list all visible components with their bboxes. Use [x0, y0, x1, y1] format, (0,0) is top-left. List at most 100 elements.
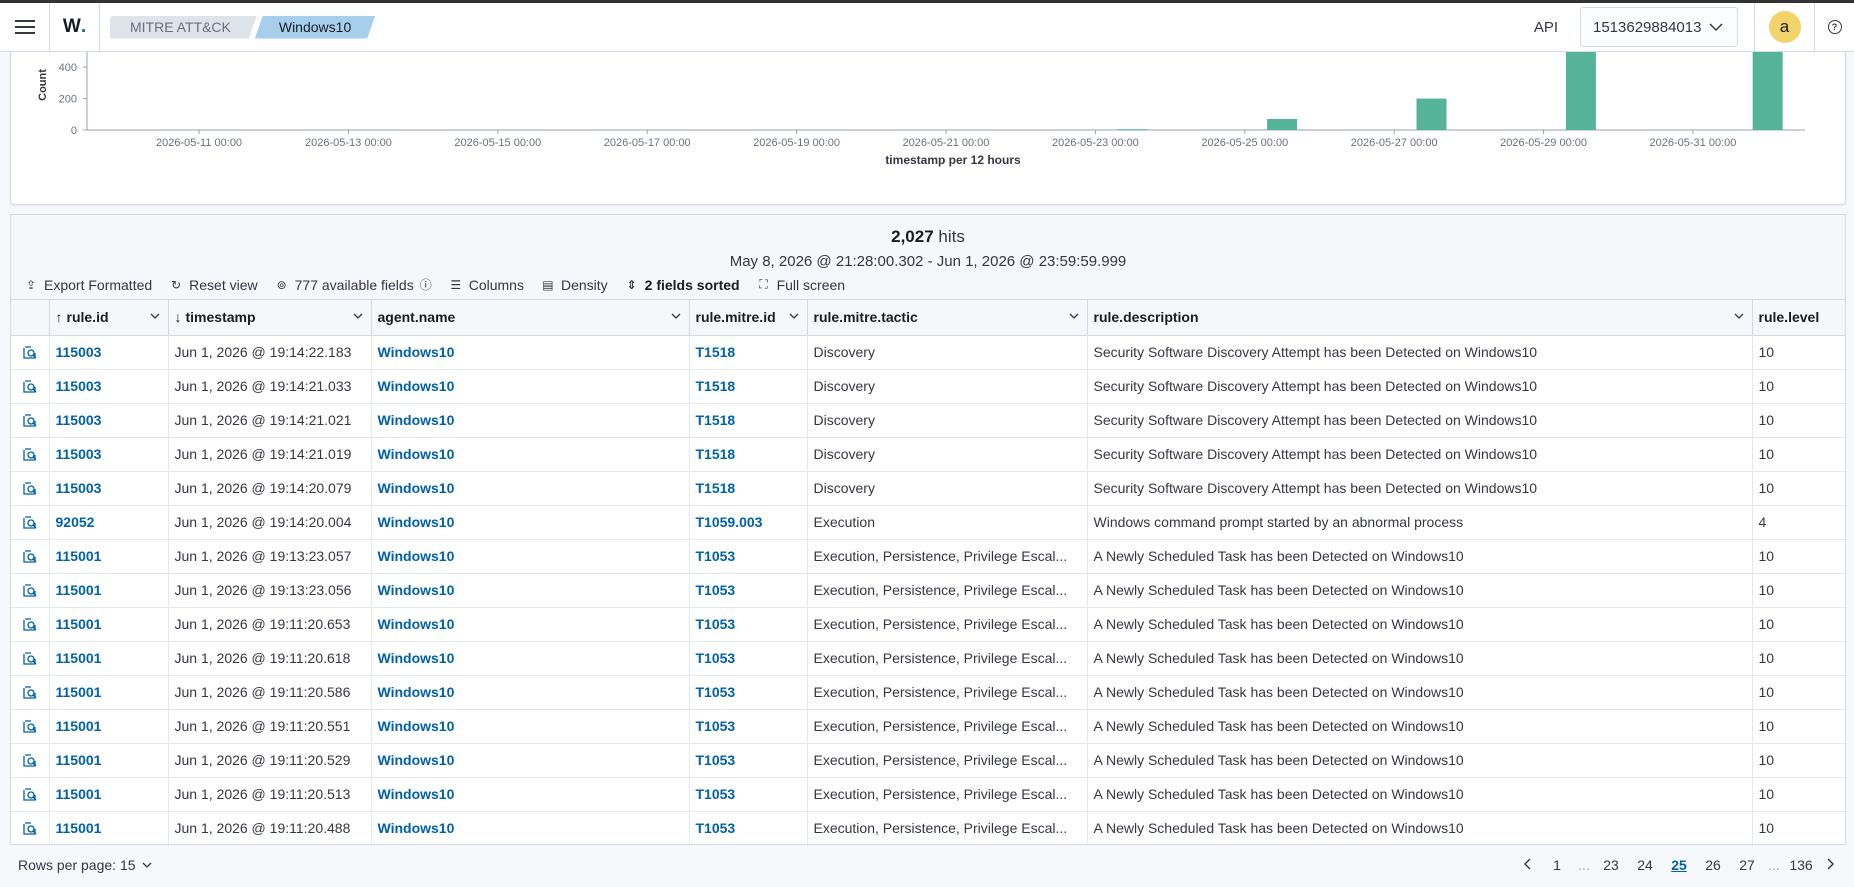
expand-row-button[interactable] — [11, 811, 50, 844]
cell-agent-name[interactable]: Windows10 — [371, 369, 690, 404]
expand-row-button[interactable] — [11, 641, 50, 676]
cell-rule-id[interactable]: 115003 — [49, 335, 169, 370]
expand-row-button[interactable] — [11, 437, 50, 472]
next-page-button[interactable] — [1818, 857, 1842, 873]
cell-rule-id[interactable]: 115001 — [49, 675, 169, 710]
header-rule-id[interactable]: ↑ rule.id — [49, 300, 169, 336]
cell-agent-name[interactable]: Windows10 — [371, 437, 690, 472]
expand-row-button[interactable] — [11, 539, 50, 574]
cell-rule-mitre-id[interactable]: T1518 — [689, 369, 808, 404]
expand-row-button[interactable] — [11, 743, 50, 778]
cell-rule-level: 10 — [1752, 573, 1845, 608]
cell-rule-id[interactable]: 115001 — [49, 573, 169, 608]
cell-rule-mitre-id[interactable]: T1053 — [689, 811, 808, 844]
cell-rule-mitre-id[interactable]: T1518 — [689, 335, 808, 370]
cell-rule-mitre-id[interactable]: T1518 — [689, 437, 808, 472]
cell-agent-name[interactable]: Windows10 — [371, 539, 690, 574]
full-screen-button[interactable]: ⛶ Full screen — [758, 277, 845, 293]
cell-agent-name[interactable]: Windows10 — [371, 471, 690, 506]
cell-rule-mitre-id[interactable]: T1053 — [689, 743, 808, 778]
page-button[interactable]: 24 — [1628, 857, 1662, 873]
cell-rule-id[interactable]: 115003 — [49, 471, 169, 506]
cell-agent-name[interactable]: Windows10 — [371, 505, 690, 540]
available-fields-button[interactable]: ⊚ 777 available fields ⓘ — [276, 276, 432, 293]
rows-per-page-select[interactable]: Rows per page: 15 — [18, 857, 152, 873]
cell-rule-id[interactable]: 115001 — [49, 743, 169, 778]
cell-agent-name[interactable]: Windows10 — [371, 777, 690, 812]
cell-rule-id[interactable]: 115001 — [49, 539, 169, 574]
wazuh-logo[interactable]: W. — [50, 2, 100, 52]
cell-rule-mitre-id[interactable]: T1053 — [689, 777, 808, 812]
cell-rule-id[interactable]: 115001 — [49, 607, 169, 642]
cell-rule-id[interactable]: 115003 — [49, 403, 169, 438]
y-tick-label: 0 — [71, 125, 77, 137]
page-button[interactable]: 26 — [1696, 857, 1730, 873]
expand-row-button[interactable] — [11, 607, 50, 642]
header-rule-mitre-id[interactable]: rule.mitre.id — [689, 300, 808, 336]
cell-agent-name[interactable]: Windows10 — [371, 743, 690, 778]
x-tick-label: 2026-05-11 00:00 — [156, 137, 242, 149]
density-button[interactable]: ▤ Density — [542, 277, 607, 293]
previous-page-button[interactable] — [1516, 857, 1540, 873]
cell-rule-id[interactable]: 115003 — [49, 369, 169, 404]
page-button[interactable]: 23 — [1594, 857, 1628, 873]
cell-agent-name[interactable]: Windows10 — [371, 335, 690, 370]
breadcrumb-mitre[interactable]: MITRE ATT&CK — [110, 16, 257, 39]
cell-rule-mitre-id[interactable]: T1053 — [689, 675, 808, 710]
cell-rule-mitre-id[interactable]: T1053 — [689, 607, 808, 642]
expand-row-button[interactable] — [11, 369, 50, 404]
cell-rule-description: Security Software Discovery Attempt has … — [1087, 403, 1753, 438]
expand-row-button[interactable] — [11, 335, 50, 370]
header-timestamp[interactable]: ↓ timestamp — [168, 300, 372, 336]
page-button[interactable]: 25 — [1662, 857, 1696, 873]
user-avatar[interactable]: a — [1768, 11, 1801, 43]
expand-row-button[interactable] — [11, 777, 50, 812]
page-button[interactable]: 27 — [1730, 857, 1764, 873]
cell-agent-name[interactable]: Windows10 — [371, 709, 690, 744]
cell-rule-mitre-id[interactable]: T1518 — [689, 471, 808, 506]
menu-button[interactable] — [0, 2, 50, 52]
cell-rule-id[interactable]: 115003 — [49, 437, 169, 472]
histogram-bar — [1752, 52, 1783, 130]
table-row: 115003 Jun 1, 2026 @ 19:14:21.033 Windows1… — [11, 369, 1845, 404]
header-rule-mitre-tactic[interactable]: rule.mitre.tactic — [807, 300, 1088, 336]
api-select[interactable]: 1513629884013 — [1580, 7, 1738, 47]
cell-rule-mitre-id[interactable]: T1053 — [689, 709, 808, 744]
page-button[interactable]: 136 — [1784, 857, 1818, 873]
expand-row-button[interactable] — [11, 403, 50, 438]
sort-fields-button[interactable]: ⇕ 2 fields sorted — [626, 277, 740, 293]
expand-row-button[interactable] — [11, 675, 50, 710]
header-agent-name[interactable]: agent.name — [371, 300, 690, 336]
expand-row-button[interactable] — [11, 709, 50, 744]
expand-row-button[interactable] — [11, 505, 50, 540]
export-formatted-button[interactable]: ⇪ Export Formatted — [25, 277, 152, 293]
cell-agent-name[interactable]: Windows10 — [371, 811, 690, 844]
cell-rule-id[interactable]: 115001 — [49, 811, 169, 844]
cell-agent-name[interactable]: Windows10 — [371, 403, 690, 438]
columns-button[interactable]: ☰ Columns — [450, 277, 524, 293]
cell-agent-name[interactable]: Windows10 — [371, 573, 690, 608]
cell-timestamp: Jun 1, 2026 @ 19:11:20.653 — [168, 607, 372, 642]
cell-rule-id[interactable]: 92052 — [49, 505, 169, 540]
cell-rule-id[interactable]: 115001 — [49, 709, 169, 744]
cell-rule-id[interactable]: 115001 — [49, 777, 169, 812]
expand-row-button[interactable] — [11, 471, 50, 506]
cell-rule-level: 10 — [1752, 607, 1845, 642]
x-tick-label: 2026-05-31 00:00 — [1650, 137, 1737, 149]
expand-row-button[interactable] — [11, 573, 50, 608]
page-button[interactable]: 1 — [1540, 857, 1574, 873]
reset-view-button[interactable]: ↻ Reset view — [170, 277, 258, 293]
cell-rule-mitre-id[interactable]: T1053 — [689, 539, 808, 574]
header-rule-level[interactable]: rule.level — [1752, 300, 1845, 336]
cell-rule-mitre-id[interactable]: T1059.003 — [689, 505, 808, 540]
cell-rule-mitre-id[interactable]: T1053 — [689, 641, 808, 676]
cell-rule-id[interactable]: 115001 — [49, 641, 169, 676]
header-rule-description[interactable]: rule.description — [1087, 300, 1753, 336]
cell-rule-mitre-id[interactable]: T1518 — [689, 403, 808, 438]
cell-agent-name[interactable]: Windows10 — [371, 675, 690, 710]
cell-agent-name[interactable]: Windows10 — [371, 607, 690, 642]
cell-rule-mitre-id[interactable]: T1053 — [689, 573, 808, 608]
help-button[interactable]: ? — [1814, 2, 1854, 52]
cell-rule-level: 10 — [1752, 437, 1845, 472]
cell-agent-name[interactable]: Windows10 — [371, 641, 690, 676]
